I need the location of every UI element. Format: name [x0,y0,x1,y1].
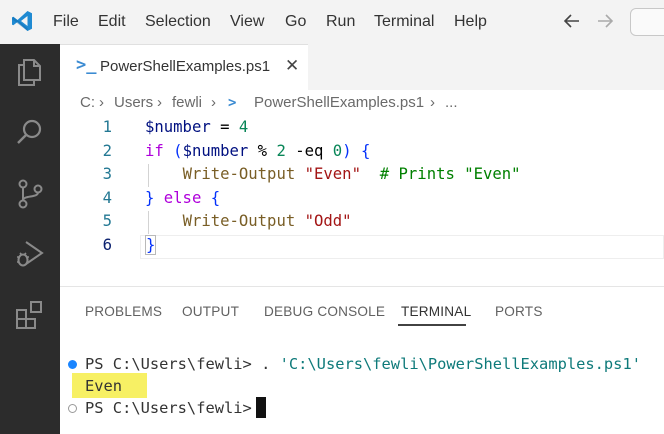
code-line: 4 } else { [60,187,664,211]
menu-view[interactable]: View [230,0,264,44]
tab-problems[interactable]: PROBLEMS [85,304,162,319]
menu-file[interactable]: File [53,0,79,44]
line-number: 2 [102,141,112,160]
arrow-right-icon[interactable] [595,11,615,31]
line-number: 5 [102,212,112,230]
chevron-right-icon: › [157,94,162,111]
menu-run[interactable]: Run [326,0,355,44]
terminal-cursor [256,397,266,418]
title-bar: File Edit Selection View Go Run Terminal… [0,0,664,44]
bottom-panel: PROBLEMS OUTPUT DEBUG CONSOLE TERMINAL P… [60,286,664,434]
powershell-file-icon: >_ [76,55,97,75]
code-line: 6 } [60,234,664,258]
code-text: $number = 4 [145,118,249,136]
powershell-file-icon: > [228,95,237,111]
line-number: 1 [102,118,112,136]
terminal-line: PS C:\Users\fewli> [60,397,664,419]
breadcrumb-more[interactable]: ... [445,94,458,111]
menu-go[interactable]: Go [285,0,306,44]
activity-bar [0,44,60,434]
chevron-right-icon: › [430,94,435,111]
menu-terminal[interactable]: Terminal [374,0,434,44]
chevron-right-icon: › [211,94,216,111]
code-text: } [145,234,157,255]
search-icon[interactable] [14,116,46,148]
run-debug-icon[interactable] [14,238,46,270]
code-line: 5 Write-Output "Odd" [60,210,664,234]
active-tab-indicator [398,324,466,326]
menu-help[interactable]: Help [454,0,487,44]
code-text: if ($number % 2 -eq 0) { [145,141,371,160]
terminal-line: Even [60,375,664,397]
chevron-right-icon: › [99,94,104,111]
terminal-output: Even [85,377,123,395]
terminal-line: PS C:\Users\fewli> . 'C:\Users\fewli\Pow… [60,353,664,375]
menu-edit[interactable]: Edit [98,0,126,44]
code-line: 3 Write-Output "Even" # Prints "Even" [60,163,664,187]
vscode-logo-icon [12,11,32,31]
breadcrumb-drive[interactable]: C: [80,94,95,111]
tab-output[interactable]: OUTPUT [182,304,239,319]
code-line: 2 if ($number % 2 -eq 0) { [60,140,664,164]
breadcrumb-fewli[interactable]: fewli [172,94,202,111]
command-pending-icon [68,404,77,413]
code-editor[interactable]: 1 $number = 4 2 if ($number % 2 -eq 0) {… [60,116,664,286]
breadcrumb: C: › Users › fewli › > PowerShellExample… [60,90,664,116]
line-number: 3 [102,165,112,183]
line-number: 6 [102,235,112,254]
tab-debug-console[interactable]: DEBUG CONSOLE [264,304,385,319]
breadcrumb-file[interactable]: PowerShellExamples.ps1 [254,94,424,111]
command-center[interactable] [630,8,664,36]
editor-tab-strip: >_ PowerShellExamples.ps1 ✕ [60,44,664,90]
tab-ports[interactable]: PORTS [495,304,543,319]
tab-terminal[interactable]: TERMINAL [401,304,471,319]
code-line: 1 $number = 4 [60,116,664,140]
command-success-icon[interactable] [68,360,77,369]
code-text: } else { [145,188,221,207]
explorer-icon[interactable] [14,56,46,88]
tab-powershellexamples[interactable]: >_ PowerShellExamples.ps1 ✕ [60,44,308,90]
code-text: Write-Output "Odd" [182,212,352,230]
source-control-icon[interactable] [14,178,46,210]
extensions-icon[interactable] [14,298,46,330]
close-icon[interactable]: ✕ [285,56,299,76]
terminal-command: PS C:\Users\fewli> . 'C:\Users\fewli\Pow… [85,355,641,373]
tab-label: PowerShellExamples.ps1 [100,58,271,75]
arrow-left-icon[interactable] [562,11,582,31]
code-text: Write-Output "Even" # Prints "Even" [182,165,521,183]
breadcrumb-users[interactable]: Users [114,94,153,111]
menu-selection[interactable]: Selection [145,0,211,44]
terminal-prompt[interactable]: PS C:\Users\fewli> [85,397,261,419]
line-number: 4 [102,188,112,207]
